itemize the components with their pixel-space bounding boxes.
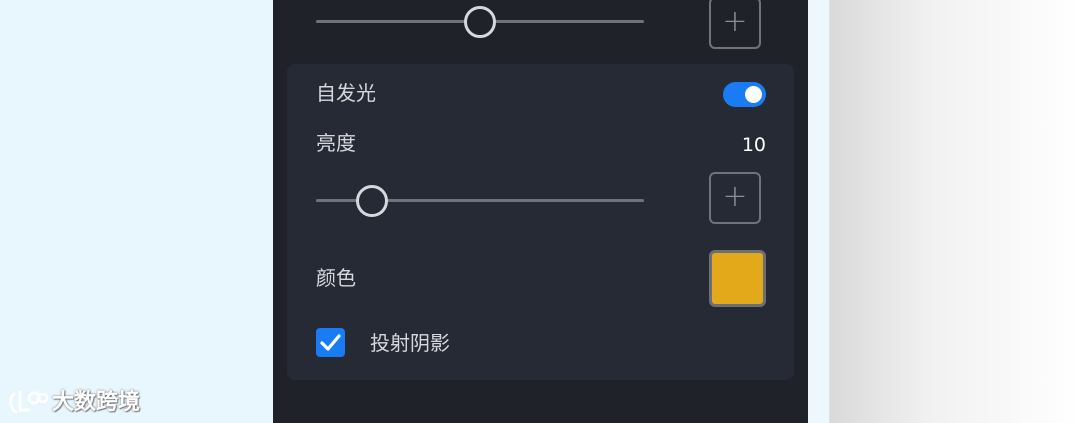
- watermark-logo-icon: [9, 390, 48, 414]
- background-right: [829, 0, 1080, 423]
- top-add-button[interactable]: +: [709, 0, 761, 49]
- brightness-value: 10: [741, 134, 766, 156]
- checkmark-icon: [320, 334, 341, 351]
- brightness-label: 亮度: [316, 131, 356, 155]
- color-label: 颜色: [316, 266, 356, 290]
- top-slider[interactable]: [316, 6, 644, 38]
- toggle-knob: [745, 86, 762, 103]
- slider-thumb[interactable]: [356, 185, 388, 217]
- color-swatch[interactable]: [709, 250, 766, 307]
- cast-shadow-label: 投射阴影: [370, 331, 450, 355]
- cast-shadow-checkbox[interactable]: [316, 328, 345, 357]
- panel-edge: [808, 0, 830, 423]
- emission-label: 自发光: [316, 81, 376, 105]
- slider-thumb[interactable]: [464, 6, 496, 38]
- watermark-text: 大数跨境: [52, 390, 141, 415]
- brightness-slider[interactable]: [316, 185, 644, 217]
- brightness-add-button[interactable]: +: [709, 172, 761, 224]
- emission-toggle[interactable]: [723, 82, 766, 107]
